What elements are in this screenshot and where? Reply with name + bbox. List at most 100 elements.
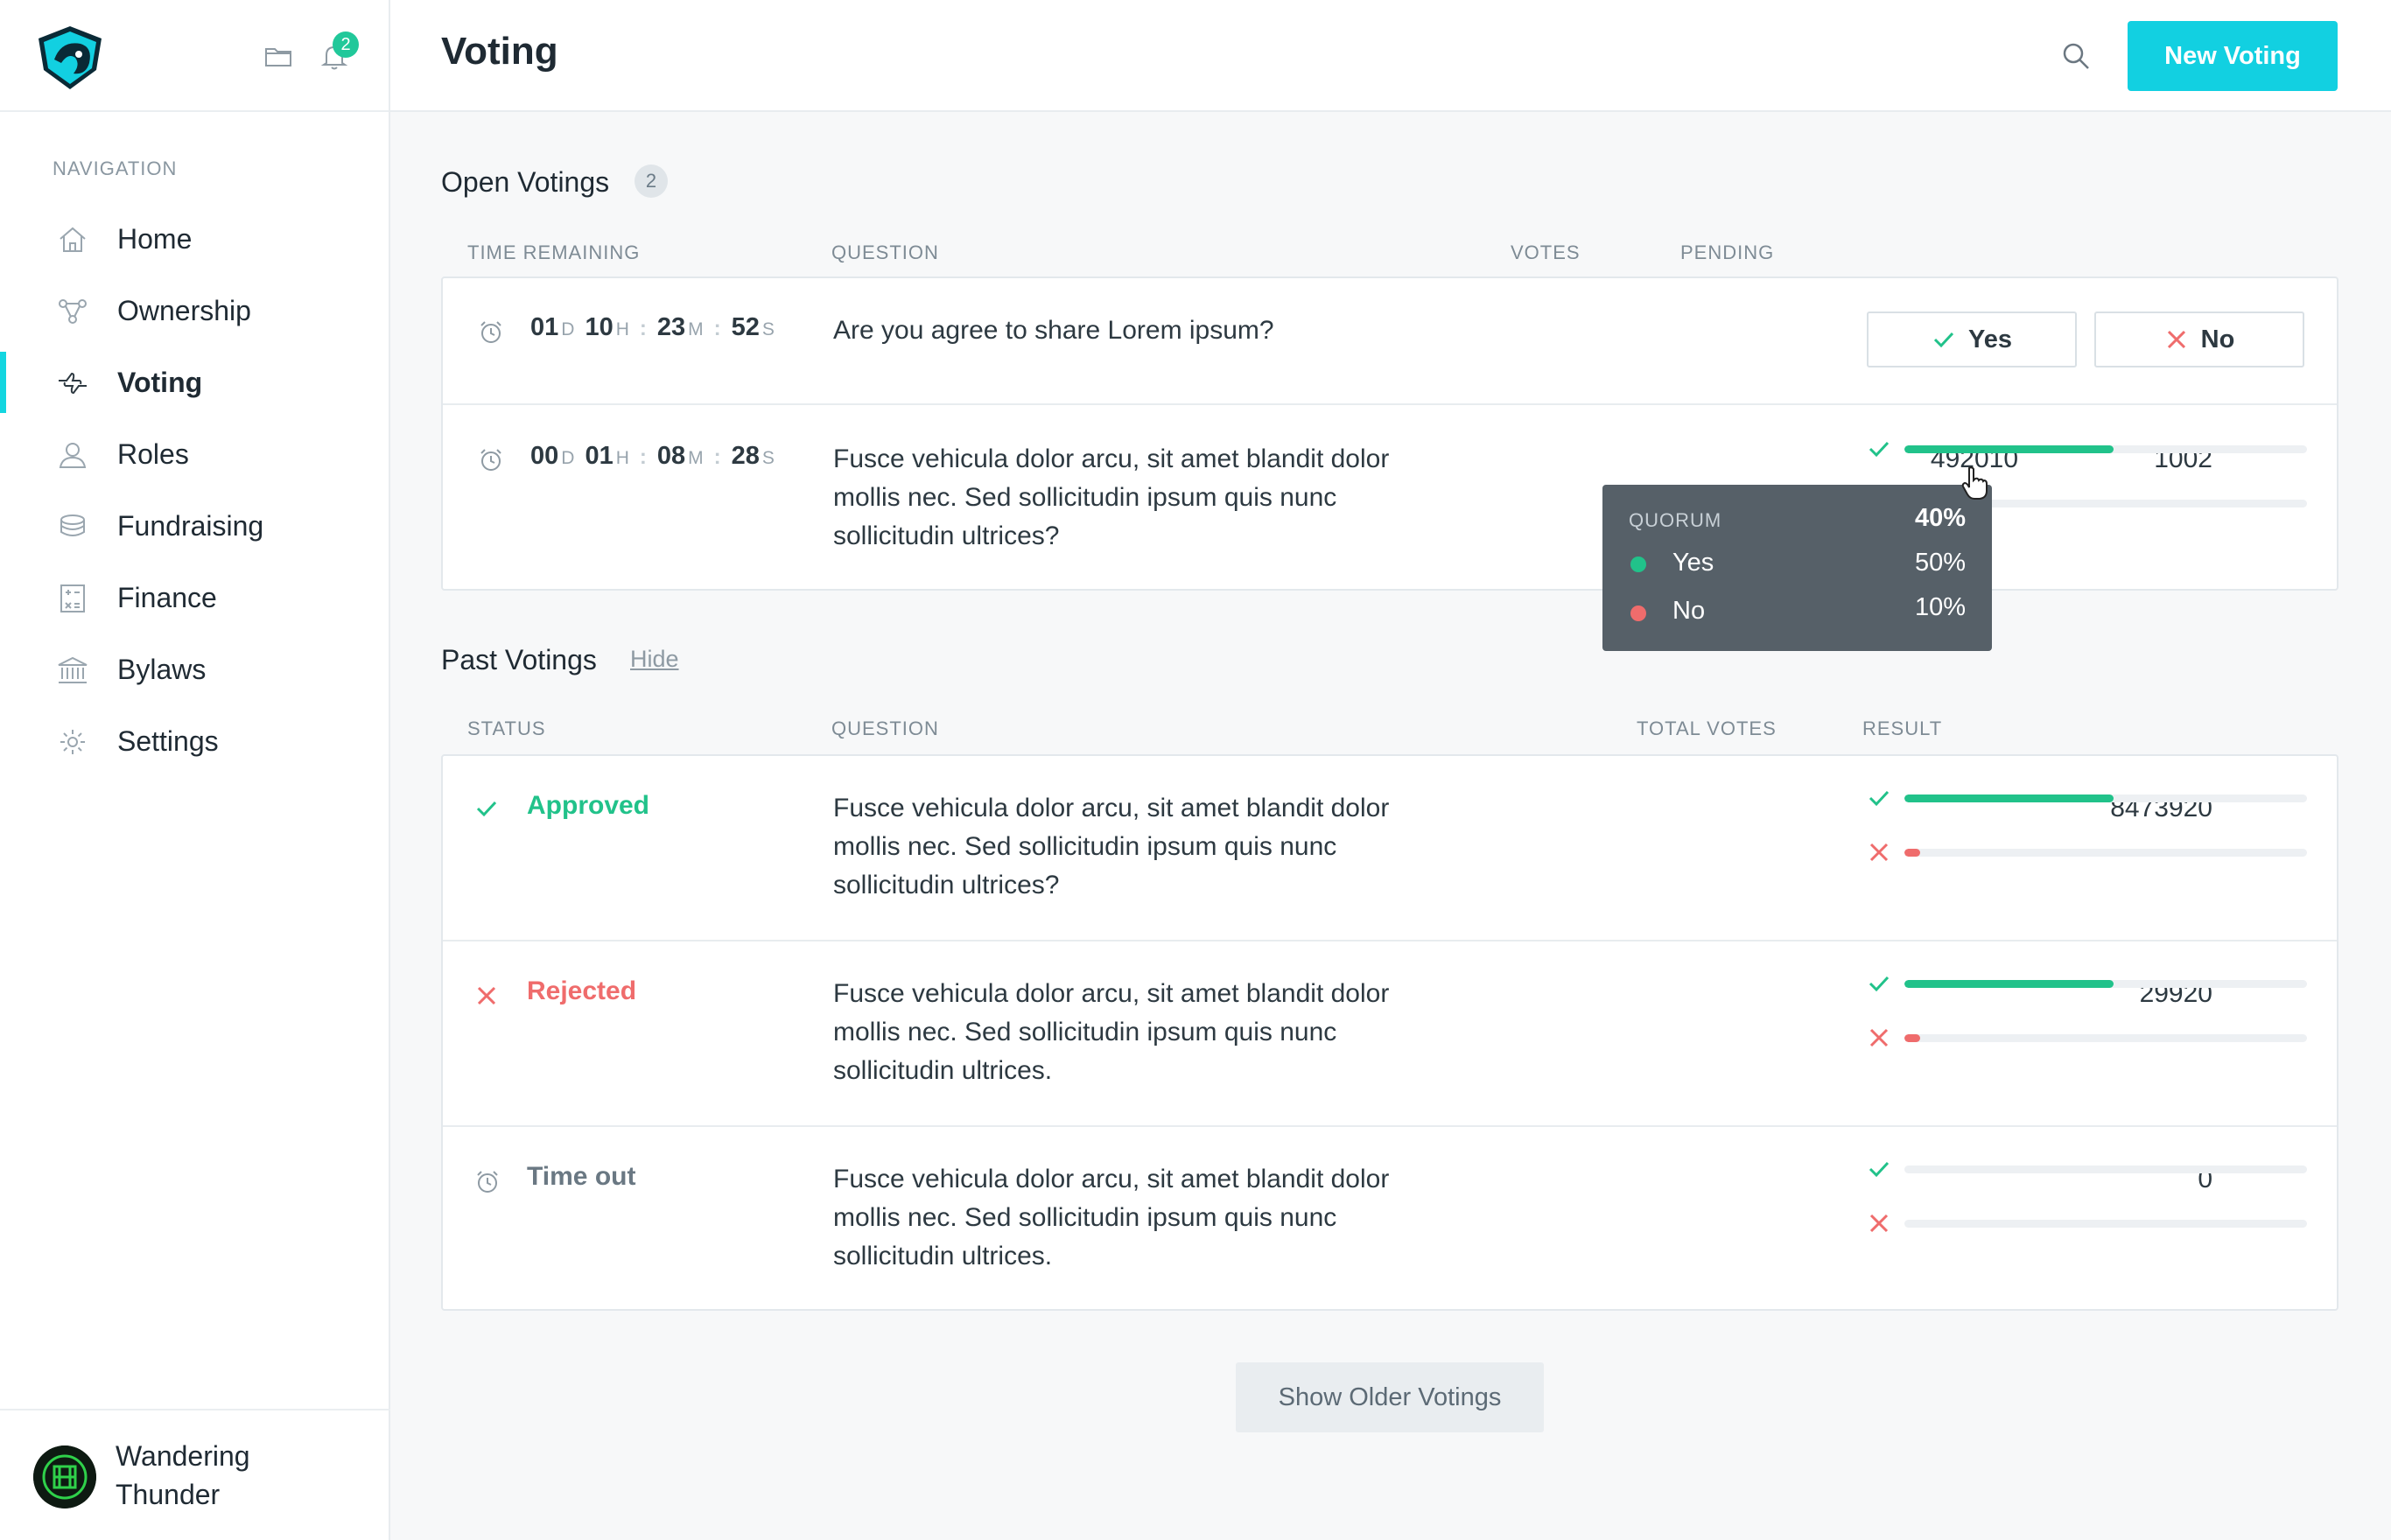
open-votings-table: 01 D 10 H : 23 M : 52 S Are you agree to sha… — [441, 276, 2338, 591]
no-dot-icon — [1630, 606, 1646, 621]
hide-past-link[interactable]: Hide — [630, 646, 679, 673]
no-result-bar — [1904, 849, 2307, 857]
table-row[interactable]: 01 D 10 H : 23 M : 52 S Are you agree to sha… — [443, 278, 2337, 405]
vote-no-label: No — [2200, 325, 2235, 354]
yes-dot-icon — [1630, 556, 1646, 572]
sidebar-item-ownership[interactable]: Ownership — [0, 275, 390, 346]
fundraising-icon — [60, 514, 85, 536]
question-text: Are you agree to share Lorem ipsum? — [833, 316, 1274, 345]
days-value: 00 — [530, 442, 559, 470]
home-icon — [60, 227, 86, 252]
vote-no-button[interactable]: No — [2094, 312, 2304, 368]
question-text: Fusce vehicula dolor arcu, sit amet blan… — [833, 1165, 1390, 1270]
status-badge: Approved — [527, 791, 650, 820]
check-icon — [1869, 441, 1890, 458]
finance-icon — [60, 584, 85, 612]
col-header-time: TIME REMAINING — [467, 242, 641, 263]
tooltip-no-label: No — [1672, 597, 1706, 625]
alarm-clock-icon — [480, 449, 501, 471]
ownership-icon — [59, 299, 87, 324]
minutes-unit: M — [688, 319, 704, 340]
nav-section-title: NAVIGATION — [53, 158, 178, 179]
col-header-pending: PENDING — [1680, 242, 1775, 263]
search-icon[interactable] — [2060, 40, 2092, 72]
yes-result-bar — [1904, 1166, 2307, 1173]
yes-result-fill — [1904, 980, 2114, 988]
app-logo-icon[interactable] — [35, 24, 105, 91]
seconds-value: 28 — [731, 442, 760, 470]
vote-yes-button[interactable]: Yes — [1867, 312, 2077, 368]
hours-unit: H — [615, 448, 629, 468]
check-icon — [1869, 1161, 1890, 1178]
table-row[interactable]: Time out Fusce vehicula dolor arcu, sit … — [443, 1127, 2337, 1312]
folder-icon[interactable] — [263, 40, 294, 72]
check-icon — [1869, 790, 1890, 807]
show-older-votings-button[interactable]: Show Older Votings — [1236, 1362, 1544, 1432]
sidebar-item-home[interactable]: Home — [0, 203, 390, 275]
separator: : — [639, 445, 647, 469]
page-title: Voting — [441, 30, 558, 73]
tooltip-no-value: 10% — [1914, 593, 1966, 621]
past-votings-title: Past Votings — [441, 644, 597, 676]
yes-result-bar — [1904, 980, 2307, 988]
top-bar: Voting New Voting — [390, 0, 2391, 112]
sidebar-item-settings[interactable]: Settings — [0, 705, 390, 777]
close-icon — [1869, 1028, 1889, 1047]
roles-icon — [59, 443, 87, 468]
tooltip-yes-value: 50% — [1914, 549, 1966, 577]
open-votings-title: Open Votings — [441, 166, 610, 198]
check-icon — [1933, 332, 1954, 348]
alarm-clock-icon — [480, 321, 501, 343]
sidebar-item-bylaws[interactable]: Bylaws — [0, 634, 390, 705]
no-result-bar — [1904, 1220, 2307, 1228]
notification-badge: 2 — [333, 32, 359, 58]
separator: : — [639, 317, 647, 340]
question-text: Fusce vehicula dolor arcu, sit amet blan… — [833, 444, 1390, 550]
table-row[interactable]: Rejected Fusce vehicula dolor arcu, sit … — [443, 942, 2337, 1127]
days-value: 01 — [530, 313, 559, 341]
sidebar-item-voting[interactable]: Voting — [0, 346, 390, 418]
sidebar-item-label: Settings — [117, 724, 219, 757]
gear-icon — [60, 730, 85, 754]
user-profile[interactable]: Wandering Thunder — [0, 1409, 390, 1540]
table-row[interactable]: 00 D 01 H : 08 M : 28 S Fusce vehicula dolor… — [443, 405, 2337, 592]
avatar[interactable] — [33, 1446, 96, 1508]
days-unit: D — [561, 448, 575, 468]
tooltip-yes-label: Yes — [1672, 549, 1714, 577]
separator: : — [713, 445, 721, 469]
minutes-value: 08 — [656, 442, 686, 470]
quorum-value: 40% — [1914, 504, 1966, 532]
hours-value: 01 — [585, 442, 614, 470]
voting-icon — [59, 372, 87, 395]
sidebar-item-label: Bylaws — [117, 653, 207, 685]
seconds-value: 52 — [731, 313, 760, 341]
sidebar-nav: Home Ownership Voting Roles Fundraising … — [0, 203, 390, 777]
col-header-votes: VOTES — [1511, 242, 1581, 263]
sidebar-item-fundraising[interactable]: Fundraising — [0, 490, 390, 562]
sidebar-item-roles[interactable]: Roles — [0, 418, 390, 490]
sidebar-item-label: Ownership — [117, 294, 251, 326]
yes-result-bar — [1904, 445, 2307, 453]
col-header-result: RESULT — [1862, 718, 1943, 739]
alarm-clock-icon — [477, 1171, 498, 1193]
close-icon — [1869, 843, 1889, 862]
close-icon — [2167, 330, 2185, 349]
past-votings-table: Approved Fusce vehicula dolor arcu, sit … — [441, 754, 2338, 1311]
new-voting-button[interactable]: New Voting — [2128, 21, 2338, 91]
table-row[interactable]: Approved Fusce vehicula dolor arcu, sit … — [443, 756, 2337, 942]
sidebar-item-finance[interactable]: Finance — [0, 562, 390, 634]
status-badge: Rejected — [527, 976, 637, 1005]
separator: : — [713, 317, 721, 340]
days-unit: D — [561, 319, 575, 340]
sidebar-item-label: Roles — [117, 438, 189, 470]
close-icon — [477, 986, 496, 1005]
time-remaining: 01 D 10 H : 23 M : 52 S — [530, 313, 785, 342]
hand-cursor-icon — [1961, 466, 1988, 500]
sidebar-item-label: Voting — [117, 366, 203, 398]
status-badge: Time out — [527, 1162, 636, 1191]
no-result-fill — [1904, 1034, 1921, 1042]
yes-result-fill — [1904, 445, 2114, 453]
question-text: Fusce vehicula dolor arcu, sit amet blan… — [833, 794, 1390, 900]
col-header-status: STATUS — [467, 718, 546, 739]
sidebar-item-label: Fundraising — [117, 509, 264, 542]
